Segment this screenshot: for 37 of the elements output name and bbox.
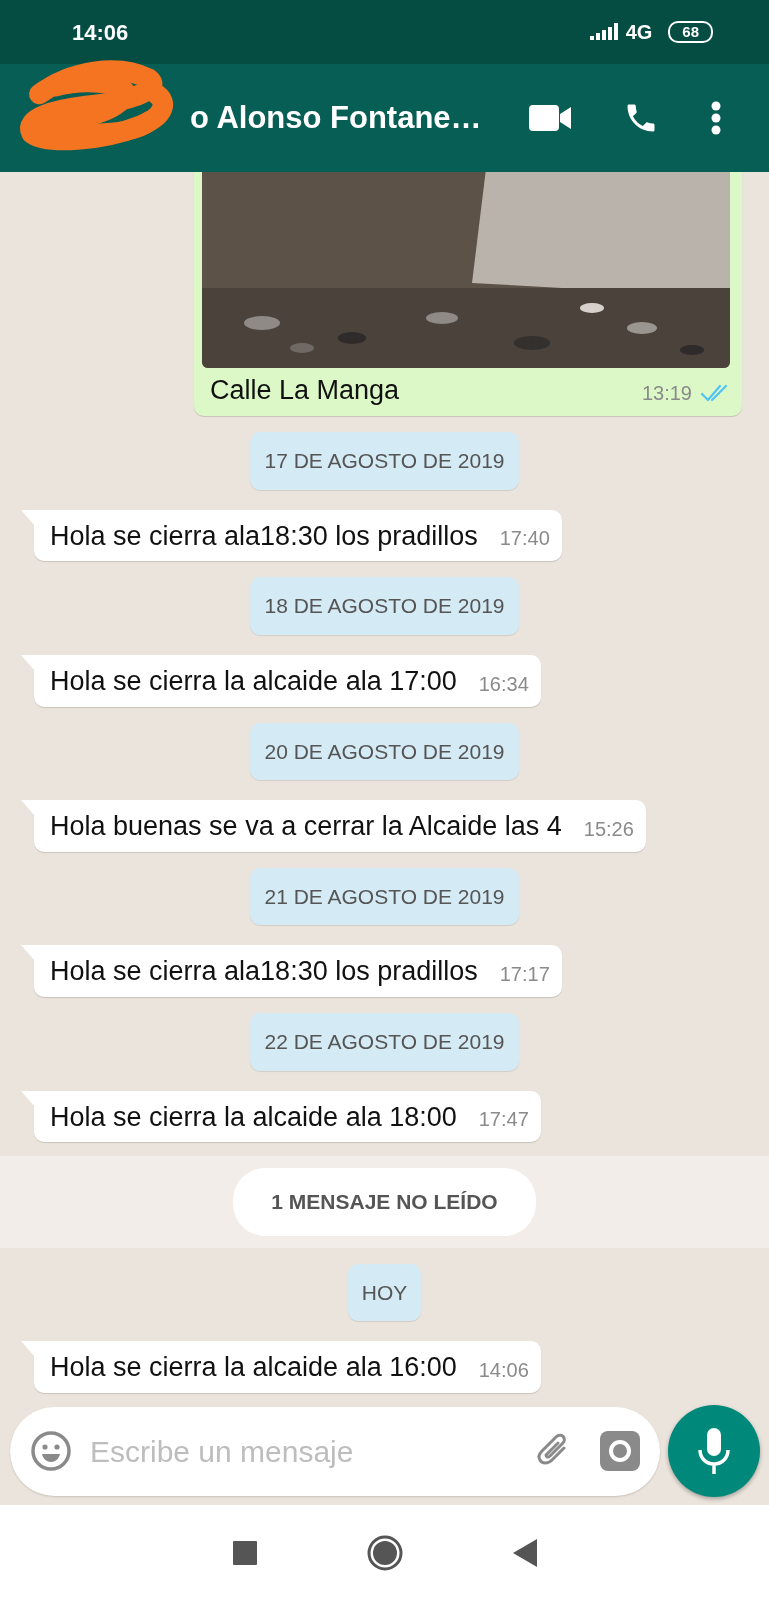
message-time: 17:17 [499,962,550,987]
message-text: Hola se cierra la alcaide ala 17:00 [50,664,457,698]
date-chip: 20 DE AGOSTO DE 2019 [250,722,519,780]
message-time: 13:19 [641,381,692,406]
message-time: 14:06 [478,1358,529,1383]
message-time: 16:34 [478,671,529,697]
unread-banner: 1 MENSAJE NO LEÍDO [233,1168,536,1236]
date-chip: 21 DE AGOSTO DE 2019 [250,867,519,926]
message-text: Hola se cierra ala18:30 los pradillos [50,519,478,553]
camera-icon[interactable] [600,1431,640,1471]
menu-icon[interactable] [711,101,721,135]
message-text: Hola se cierra ala18:30 los pradillos [50,955,478,989]
signal-icon [589,22,618,42]
emoji-icon[interactable] [30,1430,72,1472]
status-time: 14:06 [72,18,129,47]
voice-message-button[interactable] [668,1405,760,1497]
message-text: Hola buenas se va a cerrar la Alcaide las 4 [50,810,562,843]
battery-level: 68 [668,21,713,43]
home-icon[interactable] [366,1534,403,1571]
message-field[interactable]: Escribe un mensaje [88,1427,534,1475]
date-chip: HOY [347,1263,422,1322]
message-time: 15:26 [583,816,634,842]
back-icon[interactable] [512,1538,537,1567]
date-chip: 22 DE AGOSTO DE 2019 [250,1013,519,1071]
message-text: Hola se cierra la alcaide ala 16:00 [50,1351,457,1385]
message-time: 17:47 [478,1107,529,1133]
recent-apps-icon[interactable] [232,1540,257,1565]
message-input[interactable]: Escribe un mensaje [10,1406,660,1496]
video-call-icon[interactable] [529,105,571,131]
date-chip: 18 DE AGOSTO DE 2019 [250,577,519,635]
message-text: Calle La Manga [209,374,401,408]
microphone-icon[interactable] [698,1428,730,1474]
message-text: Hola se cierra la alcaide ala 18:00 [50,1100,457,1134]
date-chip: 17 DE AGOSTO DE 2019 [250,432,519,490]
contact-name[interactable]: o Alonso Fontane… [190,94,482,142]
message-time: 17:40 [499,526,550,552]
network-type: 4G [625,20,653,45]
